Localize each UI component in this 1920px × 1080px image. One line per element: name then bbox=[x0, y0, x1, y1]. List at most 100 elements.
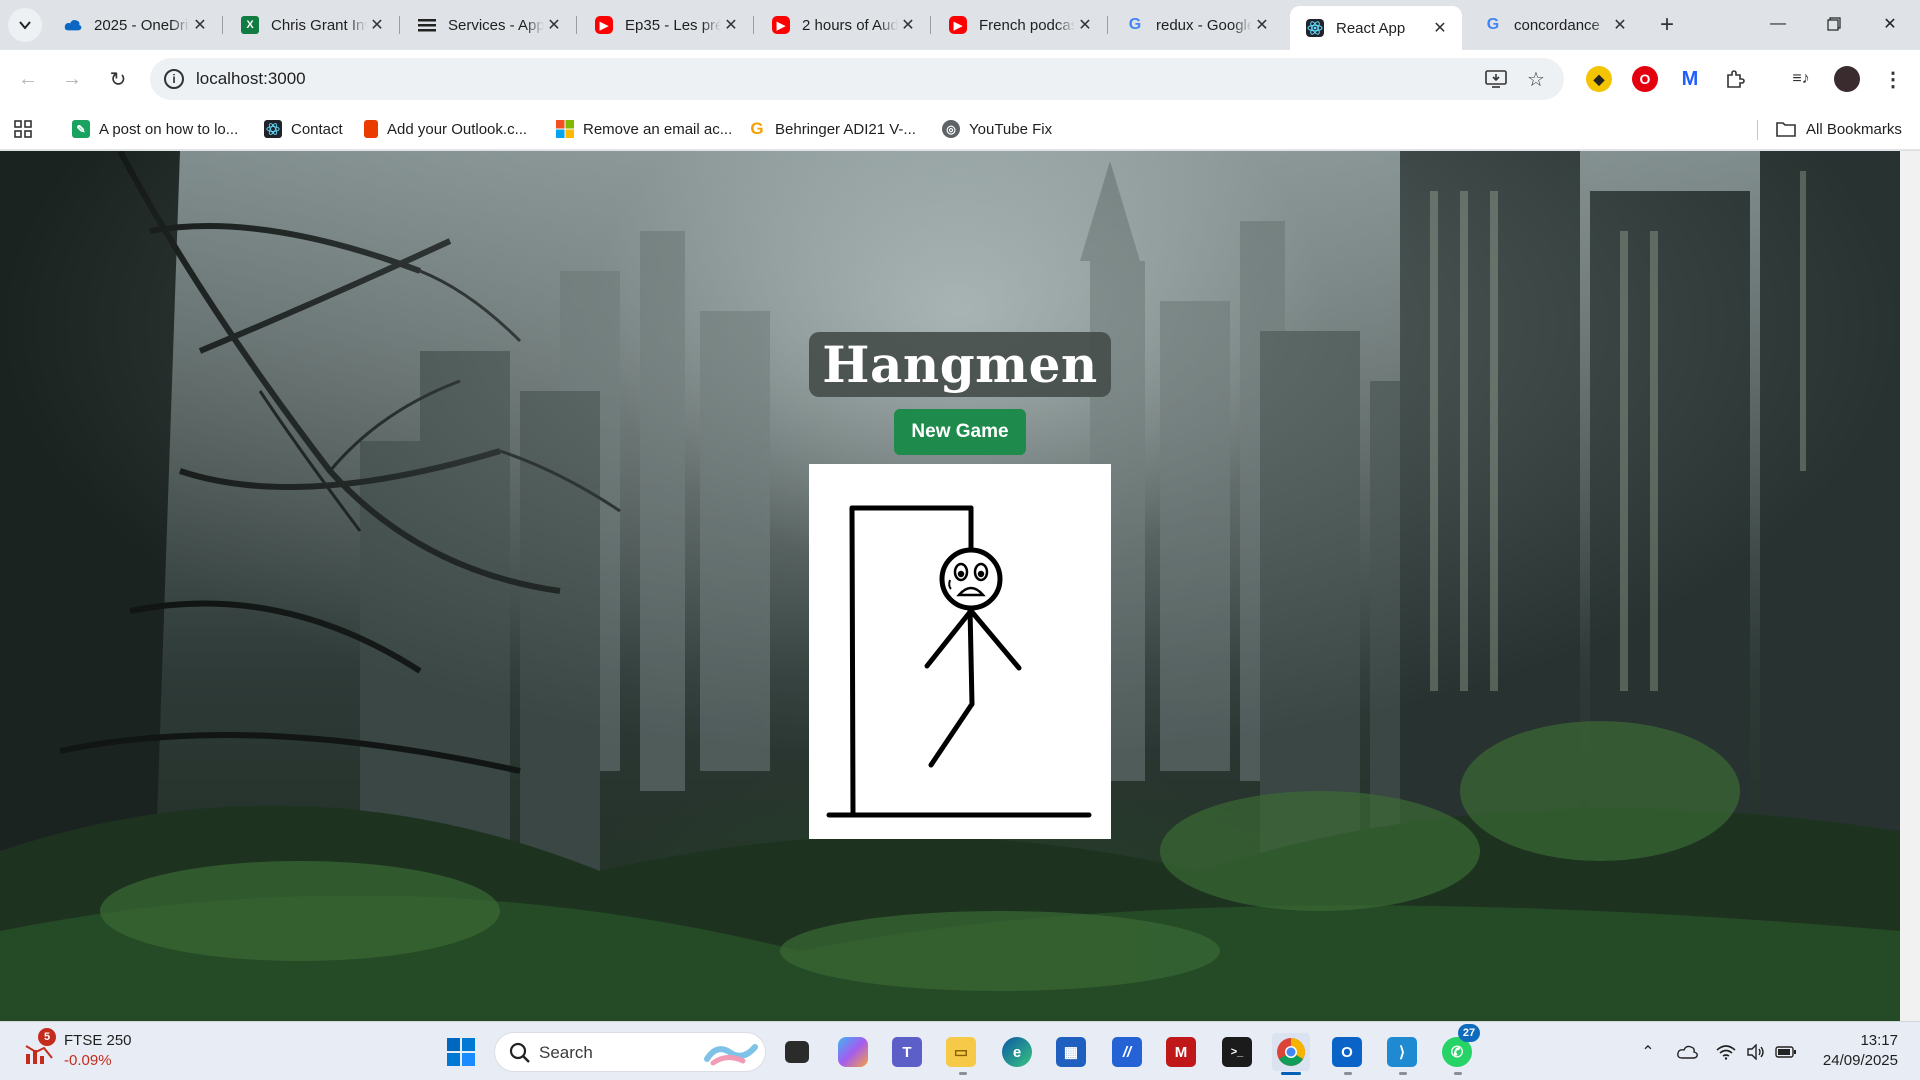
google-g-icon: G bbox=[750, 119, 764, 138]
vscode-icon: ⟩ bbox=[1387, 1037, 1417, 1067]
apps-grid-button[interactable] bbox=[14, 118, 32, 140]
bookmark-youtube-fix[interactable]: ◎ YouTube Fix bbox=[942, 118, 1052, 140]
chrome-icon bbox=[1277, 1038, 1305, 1066]
all-bookmarks-button[interactable]: All Bookmarks bbox=[1776, 118, 1902, 140]
taskbar-store[interactable]: ▦ bbox=[1052, 1033, 1090, 1071]
taskbar-mcafee[interactable]: M bbox=[1162, 1033, 1200, 1071]
close-icon[interactable]: ✕ bbox=[1610, 15, 1630, 35]
page-viewport: Hangmen New Game bbox=[0, 151, 1900, 1021]
plus-icon: + bbox=[1659, 11, 1674, 38]
close-icon[interactable]: ✕ bbox=[1252, 15, 1272, 35]
google-icon: G bbox=[1128, 16, 1142, 33]
close-icon[interactable]: ✕ bbox=[190, 15, 210, 35]
taskbar-dev-app[interactable]: // bbox=[1108, 1033, 1146, 1071]
bookmark-remove-email[interactable]: Remove an email ac... bbox=[556, 118, 732, 140]
profile-avatar[interactable] bbox=[1834, 66, 1860, 92]
wifi-icon[interactable] bbox=[1714, 1040, 1738, 1064]
youtube-icon: ▶ bbox=[595, 16, 613, 34]
show-hidden-icons-button[interactable]: ⌃ bbox=[1636, 1040, 1660, 1064]
close-icon[interactable]: ✕ bbox=[1075, 15, 1095, 35]
extension-norton-icon[interactable]: ◆ bbox=[1586, 66, 1612, 92]
new-tab-button[interactable]: + bbox=[1652, 10, 1682, 40]
bookmark-post[interactable]: ✎ A post on how to lo... bbox=[72, 118, 238, 140]
reload-button[interactable]: ↻ bbox=[102, 63, 134, 95]
close-icon[interactable]: ✕ bbox=[544, 15, 564, 35]
taskbar-task-view[interactable] bbox=[778, 1033, 816, 1071]
onedrive-tray-icon[interactable] bbox=[1676, 1040, 1700, 1064]
hangman-drawing bbox=[826, 505, 1092, 818]
tab-react-app[interactable]: React App ✕ bbox=[1290, 6, 1462, 50]
folder-icon: ▭ bbox=[946, 1037, 976, 1067]
restore-button[interactable] bbox=[1806, 0, 1862, 48]
react-icon bbox=[1306, 19, 1324, 37]
forward-button[interactable]: → bbox=[56, 63, 88, 95]
start-button[interactable] bbox=[442, 1033, 480, 1071]
ticker-change: -0.09% bbox=[64, 1052, 112, 1069]
arrow-left-icon: ← bbox=[18, 67, 38, 90]
extension-opera-icon[interactable]: O bbox=[1632, 66, 1658, 92]
battery-icon[interactable] bbox=[1774, 1040, 1798, 1064]
taskbar-copilot[interactable] bbox=[834, 1033, 872, 1071]
arrow-right-icon: → bbox=[62, 67, 82, 90]
address-url[interactable]: localhost:3000 bbox=[196, 69, 306, 89]
back-button[interactable]: ← bbox=[12, 63, 44, 95]
extensions-puzzle-icon[interactable] bbox=[1722, 66, 1748, 92]
tab-youtube-ep35[interactable]: ▶ Ep35 - Les prénoms ✕ bbox=[579, 6, 754, 44]
bookmark-star-icon[interactable]: ☆ bbox=[1524, 67, 1548, 91]
extension-malwarebytes-icon[interactable]: M bbox=[1677, 66, 1703, 92]
hangman-right-arm bbox=[969, 609, 1022, 671]
all-bookmarks-label: All Bookmarks bbox=[1806, 120, 1902, 138]
more-menu-icon[interactable]: ⋮ bbox=[1880, 66, 1906, 92]
copilot-icon bbox=[838, 1037, 868, 1067]
taskbar-outlook[interactable]: O bbox=[1328, 1033, 1366, 1071]
minimize-icon: — bbox=[1770, 15, 1786, 32]
tab-title: redux - Google Search bbox=[1156, 16, 1252, 34]
taskbar-search-box[interactable]: Search bbox=[494, 1032, 766, 1072]
taskbar-terminal[interactable]: >_ bbox=[1218, 1033, 1256, 1071]
taskbar-file-explorer[interactable]: ▭ bbox=[942, 1033, 980, 1071]
bookmark-contact[interactable]: Contact bbox=[264, 118, 343, 140]
window-close-button[interactable]: ✕ bbox=[1862, 0, 1918, 48]
site-info-icon[interactable]: i bbox=[164, 69, 184, 89]
tab-search-menu-button[interactable] bbox=[8, 8, 42, 42]
tab-google-concordance[interactable]: G concordance ✕ bbox=[1468, 6, 1642, 44]
folder-icon bbox=[1776, 122, 1796, 137]
taskbar-vscode[interactable]: ⟩ bbox=[1383, 1033, 1421, 1071]
bookmark-behringer[interactable]: G Behringer ADI21 V-... bbox=[748, 118, 916, 140]
clock-date[interactable]: 24/09/2025 bbox=[1810, 1052, 1898, 1069]
page-scrollbar[interactable] bbox=[1900, 151, 1920, 1021]
microsoft-icon bbox=[556, 120, 574, 138]
bookmark-label: Add your Outlook.c... bbox=[387, 120, 528, 138]
office-icon bbox=[364, 120, 378, 138]
hangman-head bbox=[939, 547, 1003, 611]
tab-strip: 2025 - OneDrive ✕ X Chris Grant Invoices… bbox=[0, 0, 1920, 50]
close-icon[interactable]: ✕ bbox=[898, 15, 918, 35]
clock-time[interactable]: 13:17 bbox=[1832, 1032, 1898, 1049]
close-icon[interactable]: ✕ bbox=[1430, 18, 1450, 38]
taskbar-edge[interactable]: e bbox=[998, 1033, 1036, 1071]
close-icon[interactable]: ✕ bbox=[367, 15, 387, 35]
tab-excel[interactable]: X Chris Grant Invoices ✕ bbox=[225, 6, 400, 44]
address-bar[interactable]: i localhost:3000 ☆ bbox=[150, 58, 1564, 100]
install-app-icon[interactable] bbox=[1484, 67, 1508, 91]
tab-youtube-audio[interactable]: ▶ 2 hours of Audio ✕ bbox=[756, 6, 931, 44]
tab-title: React App bbox=[1336, 19, 1406, 37]
tab-google-redux[interactable]: G redux - Google Search ✕ bbox=[1110, 6, 1284, 44]
taskbar-chrome[interactable] bbox=[1272, 1033, 1310, 1071]
tab-youtube-podcast[interactable]: ▶ French podcast ✕ bbox=[933, 6, 1108, 44]
tab-onedrive[interactable]: 2025 - OneDrive ✕ bbox=[48, 6, 223, 44]
close-icon[interactable]: ✕ bbox=[721, 15, 741, 35]
taskbar-teams[interactable]: T bbox=[888, 1033, 926, 1071]
bookmark-outlook[interactable]: Add your Outlook.c... bbox=[364, 118, 527, 140]
volume-icon[interactable] bbox=[1744, 1040, 1768, 1064]
tab-title: Ep35 - Les prénoms bbox=[625, 16, 721, 34]
minimize-button[interactable]: — bbox=[1750, 0, 1806, 48]
new-game-button[interactable]: New Game bbox=[894, 409, 1026, 455]
bookmark-label: A post on how to lo... bbox=[99, 120, 239, 138]
task-view-icon bbox=[785, 1041, 809, 1063]
hangman-left-leg bbox=[928, 701, 975, 768]
media-control-icon[interactable]: ≡♪ bbox=[1788, 66, 1814, 92]
tab-title: French podcast bbox=[979, 16, 1075, 34]
tab-title: 2025 - OneDrive bbox=[94, 16, 190, 34]
tab-services[interactable]: Services - Apps ✕ bbox=[402, 6, 577, 44]
